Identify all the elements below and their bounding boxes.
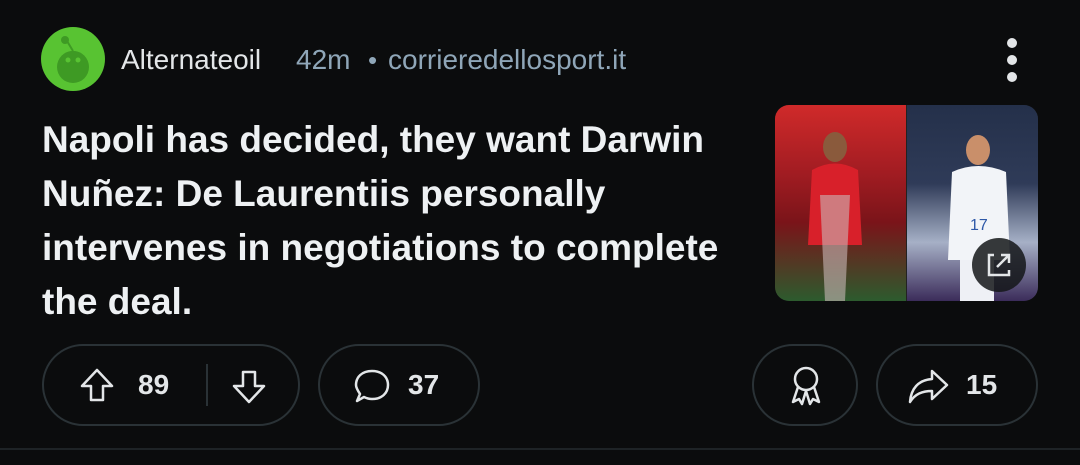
player-figure-left [808, 132, 862, 301]
reddit-snoo-icon[interactable] [41, 27, 105, 91]
post-time: 42m [296, 44, 351, 75]
share-count: 15 [966, 369, 998, 400]
vote-pill: 89 [42, 344, 300, 426]
post-title[interactable]: Napoli has decided, they want Darwin Nuñ… [42, 113, 762, 329]
svg-text:17: 17 [970, 217, 988, 234]
award-icon [791, 366, 821, 406]
post-divider [0, 448, 1080, 450]
arrow-up-icon[interactable] [78, 366, 116, 404]
award-button[interactable] [752, 344, 858, 426]
more-vertical-icon[interactable] [996, 36, 1028, 84]
arrow-down-icon[interactable] [230, 368, 268, 406]
share-button[interactable]: 15 [876, 344, 1038, 426]
post-domain[interactable]: corrieredellosport.it [388, 40, 626, 80]
comment-bubble-icon [354, 369, 390, 403]
comments-button[interactable]: 37 [318, 344, 480, 426]
post-author[interactable]: Alternateoil [121, 40, 261, 80]
vote-divider [206, 364, 208, 406]
share-arrow-icon [908, 369, 949, 404]
upvote-count: 89 [138, 369, 170, 400]
meta-separator: • [368, 45, 378, 75]
external-link-icon[interactable] [972, 238, 1026, 292]
comment-count: 37 [408, 369, 440, 400]
